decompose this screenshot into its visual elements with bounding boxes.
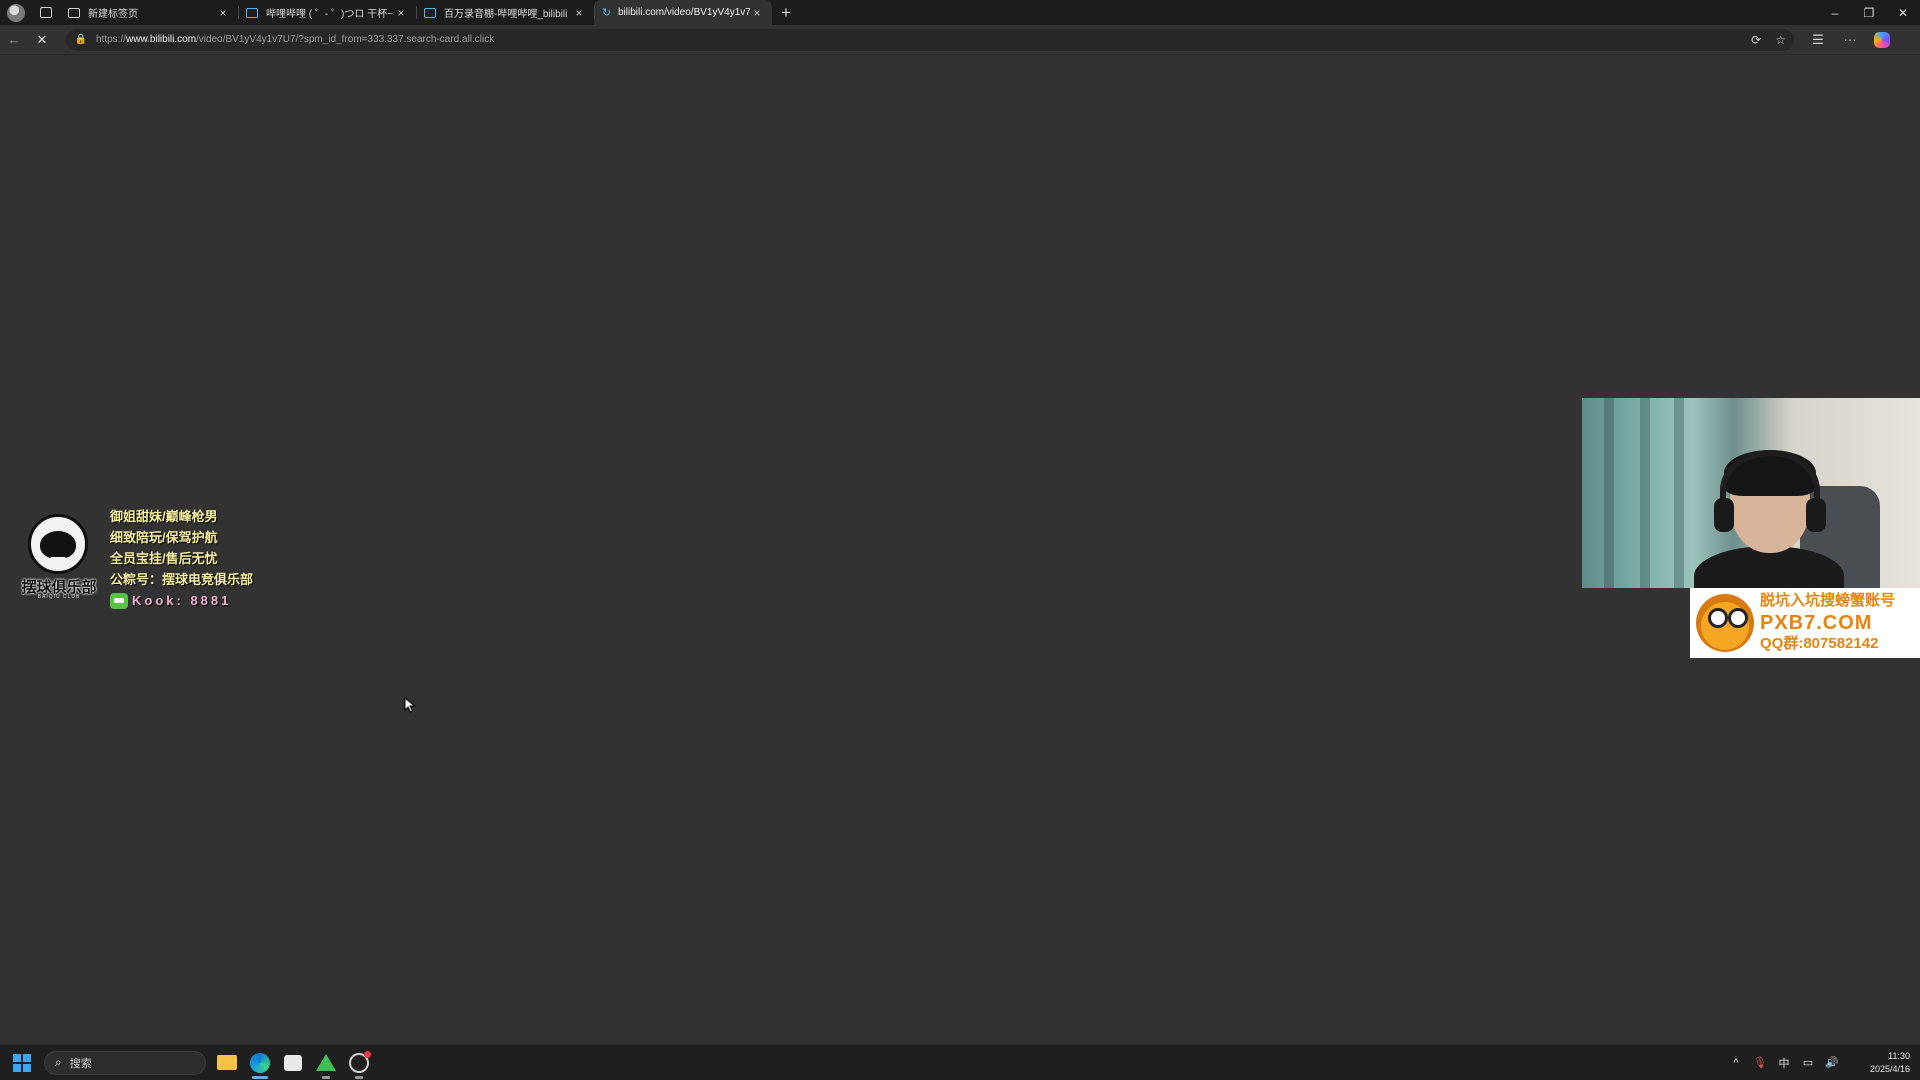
url-host: www.bilibili.com <box>126 34 197 45</box>
taskbar-search[interactable]: ⌕ 搜索 <box>44 1050 206 1075</box>
start-button[interactable] <box>0 1045 44 1080</box>
ad-line-2: PXB7.COM <box>1760 612 1873 634</box>
taskbar-app-record[interactable] <box>342 1045 375 1080</box>
curtain-fold <box>1604 398 1614 588</box>
url-path: /video/BV1yV4y1v7U7/?spm_id_from=333.337… <box>196 34 495 45</box>
favorite-star-icon[interactable]: ☆ <box>1775 33 1786 47</box>
close-window-button[interactable]: ✕ <box>1886 0 1920 25</box>
microphone-icon[interactable]: 🎙 <box>1748 1056 1772 1069</box>
curtain-fold <box>1640 398 1650 588</box>
minimize-button[interactable]: – <box>1818 0 1852 25</box>
promo-line: 御姐甜妹/巅峰枪男 <box>110 509 218 524</box>
ad-line-1: 脱坑入坑搜螃蟹账号 <box>1760 592 1896 609</box>
kook-icon <box>110 592 128 609</box>
taskbar-app-edge[interactable] <box>243 1045 276 1080</box>
tab-bilibili-studio[interactable]: 百万录音棚-哔哩哔哩_bilibili × <box>416 0 594 25</box>
edge-icon <box>249 1052 270 1073</box>
bilibili-tv-icon <box>246 7 258 18</box>
profile-avatar[interactable] <box>0 0 32 25</box>
curtain-fold <box>1674 398 1684 588</box>
store-icon <box>283 1054 302 1071</box>
tab-actions-button[interactable] <box>32 0 60 25</box>
kook-line: Kook: 8881 <box>110 590 253 611</box>
copilot-icon <box>1874 31 1890 48</box>
tab-actions-icon <box>40 7 52 18</box>
new-tab-button[interactable]: + <box>772 0 800 25</box>
clock[interactable]: 11:30 2025/4/16 <box>1850 1050 1910 1076</box>
tab-bilibili-home[interactable]: 哔哩哔哩 ( ゜- ゜)つロ 干杯~-bilibili × <box>238 0 416 25</box>
network-icon[interactable]: ▭ <box>1796 1056 1820 1069</box>
bilibili-tv-icon <box>424 7 436 18</box>
running-indicator <box>252 1075 268 1079</box>
triangle-app-icon <box>315 1054 336 1071</box>
window-controls: – ❐ ✕ <box>1818 0 1920 25</box>
monkey-logo-icon <box>28 514 88 574</box>
clock-time: 11:30 <box>1888 1050 1910 1061</box>
tab-title: 哔哩哔哩 ( ゜- ゜)つロ 干杯~-bilibili <box>266 9 394 20</box>
stop-loading-button[interactable]: ✕ <box>28 26 56 54</box>
promo-line: 细致陪玩/保驾护航 <box>110 530 218 545</box>
address-bar-actions: ⟳ ☆ <box>1751 33 1786 47</box>
tray-chevron-icon[interactable]: ^ <box>1724 1057 1748 1069</box>
tab-title: 新建标签页 <box>88 9 138 20</box>
copilot-button[interactable] <box>1866 31 1898 48</box>
system-tray: ^ 🎙 中 ▭ 🔊 11:30 2025/4/16 <box>1724 1045 1920 1080</box>
taskbar-apps <box>210 1045 375 1080</box>
running-indicator <box>322 1075 330 1079</box>
search-icon: ⌕ <box>55 1055 62 1069</box>
record-app-icon <box>348 1050 371 1073</box>
crab-mascot-icon <box>1696 594 1754 652</box>
more-menu-icon[interactable]: ··· <box>1834 32 1866 48</box>
page-icon <box>68 7 80 18</box>
headset-icon <box>1720 450 1820 530</box>
stream-overlay-promo: 摆球俱乐部 BAIQIU CLUB 御姐甜妹/巅峰枪男 细致陪玩/保驾护航 全员… <box>14 506 284 609</box>
tab-new-tab-page[interactable]: 新建标签页 × <box>60 0 238 25</box>
running-indicator <box>355 1075 363 1079</box>
tab-close-icon[interactable]: × <box>216 6 230 20</box>
lock-icon[interactable]: 🔒 <box>74 33 88 47</box>
tab-strip: 新建标签页 × 哔哩哔哩 ( ゜- ゜)つロ 干杯~-bilibili × 百万… <box>0 0 1920 25</box>
tab-close-icon[interactable]: × <box>572 6 586 20</box>
tab-bilibili-video[interactable]: ↻ bilibili.com/video/BV1yV4y1v7U7/ × <box>594 0 772 25</box>
kook-id: Kook: 8881 <box>132 593 232 608</box>
search-placeholder: 搜索 <box>69 1057 92 1070</box>
promo-lines: 御姐甜妹/巅峰枪男 细致陪玩/保驾护航 全员宝挂/售后无忧 公粽号：摆球电竞俱乐… <box>110 506 253 611</box>
maximize-button[interactable]: ❐ <box>1852 0 1886 25</box>
tab-close-icon[interactable]: × <box>394 6 408 20</box>
ad-text: 脱坑入坑搜螃蟹账号 PXB7.COM QQ群:807582142 <box>1760 590 1920 654</box>
translate-icon[interactable]: ⟳ <box>1751 33 1761 47</box>
volume-icon[interactable]: 🔊 <box>1820 1056 1844 1069</box>
taskbar-app-store[interactable] <box>276 1045 309 1080</box>
headset-cup-left <box>1714 498 1734 532</box>
tab-title: 百万录音棚-哔哩哔哩_bilibili <box>444 9 568 20</box>
favorites-icon[interactable]: ☰ <box>1802 32 1834 48</box>
promo-line: 公粽号：摆球电竞俱乐部 <box>110 572 254 587</box>
webcam-feed <box>1582 398 1920 588</box>
ad-banner: 脱坑入坑搜螃蟹账号 PXB7.COM QQ群:807582142 <box>1690 588 1920 658</box>
taskbar: ⌕ 搜索 ^ 🎙 中 ▭ 🔊 11:30 2025/4/16 <box>0 1044 1920 1080</box>
back-button[interactable]: ← <box>0 26 28 54</box>
ad-line-3: QQ群:807582142 <box>1760 635 1879 652</box>
ime-indicator[interactable]: 中 <box>1772 1055 1796 1071</box>
screen: 新建标签页 × 哔哩哔哩 ( ゜- ゜)つロ 干杯~-bilibili × 百万… <box>0 0 1920 1080</box>
clock-date: 2025/4/16 <box>1869 1063 1910 1074</box>
tab-close-icon[interactable]: × <box>750 6 764 20</box>
club-logo-subtitle: BAIQIU CLUB <box>37 594 81 600</box>
taskbar-app-file-explorer[interactable] <box>210 1045 243 1080</box>
address-bar[interactable]: 🔒 https://www.bilibili.com/video/BV1yV4y… <box>66 28 1794 51</box>
url-scheme: https:// <box>96 34 127 45</box>
browser-toolbar: ← ✕ 🔒 https://www.bilibili.com/video/BV1… <box>0 25 1920 55</box>
promo-line: 全员宝挂/售后无忧 <box>110 551 218 566</box>
windows-logo-icon <box>13 1053 31 1072</box>
avatar-icon <box>7 3 25 22</box>
file-explorer-icon <box>216 1055 237 1070</box>
toolbar-right: ☰ ··· <box>1802 31 1898 48</box>
tab-title: bilibili.com/video/BV1yV4y1v7U7/ <box>618 7 750 18</box>
loading-spinner-icon: ↻ <box>602 6 612 19</box>
taskbar-app-triangle[interactable] <box>309 1045 342 1080</box>
headset-cup-right <box>1806 498 1826 532</box>
